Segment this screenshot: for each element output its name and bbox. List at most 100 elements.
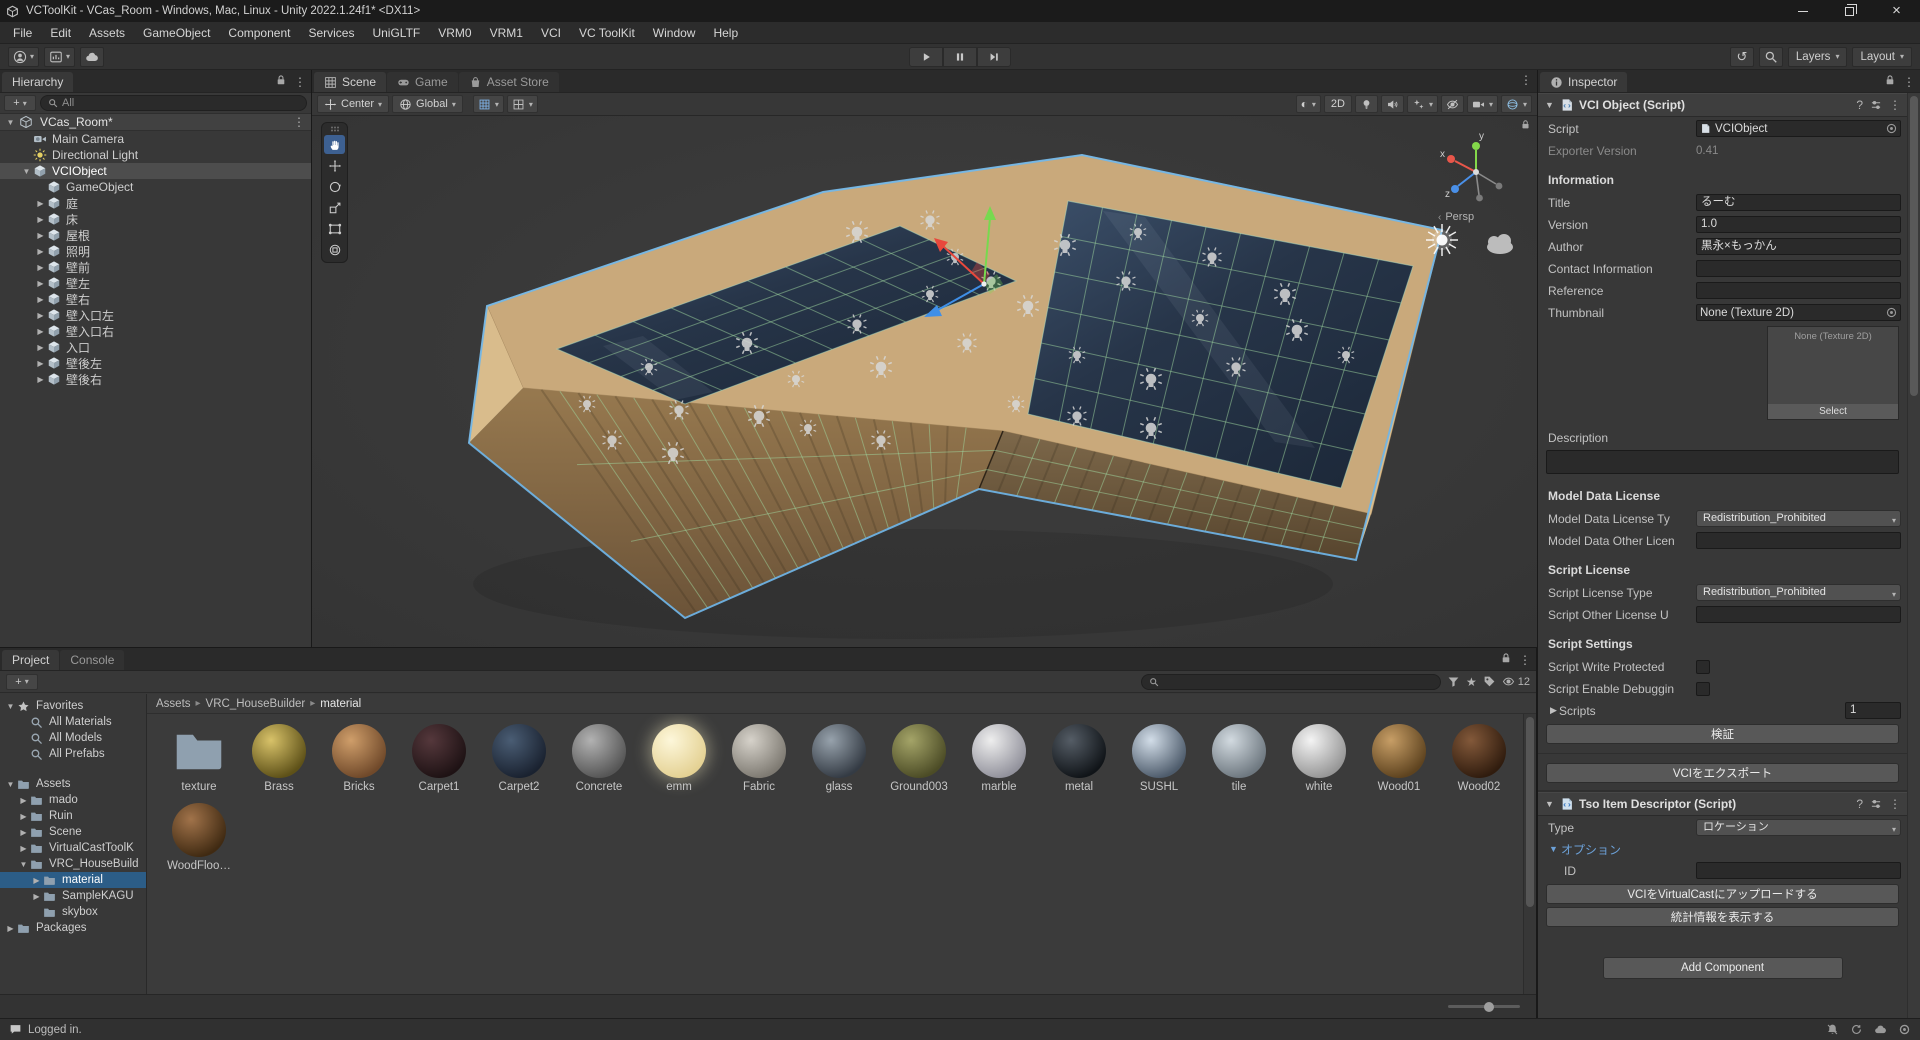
hierarchy-item-床[interactable]: ▶ 床 [0, 211, 311, 227]
collab-status-icon[interactable] [1874, 1023, 1887, 1036]
project-asset-metal[interactable]: metal [1039, 722, 1119, 793]
hierarchy-item-VCIObject[interactable]: ▼ VCIObject [0, 163, 311, 179]
transform-tool-button[interactable] [324, 240, 345, 259]
script-write-protected-checkbox[interactable] [1696, 659, 1710, 674]
scene-viewport-canvas[interactable]: y x z [312, 116, 1537, 647]
notifications-muted-icon[interactable] [1826, 1023, 1839, 1036]
scale-tool-button[interactable] [324, 198, 345, 217]
rotate-tool-button[interactable] [324, 177, 345, 196]
author-field[interactable]: 黒永×もっかん [1696, 238, 1901, 255]
project-asset-Ground003[interactable]: Ground003 [879, 722, 959, 793]
tab-asset-store[interactable]: Asset Store [458, 72, 559, 92]
tool-handle-position-dropdown[interactable]: Center ▾ [317, 95, 390, 113]
hierarchy-item-壁左[interactable]: ▶ 壁左 [0, 275, 311, 291]
object-picker-icon[interactable] [1886, 123, 1897, 134]
menu-item-file[interactable]: File [4, 22, 41, 43]
component-header-tso-item-descriptor[interactable]: ▼ Tso Item Descriptor (Script) ? ⋮ [1538, 792, 1907, 816]
project-asset-SUSHL[interactable]: SUSHL [1119, 722, 1199, 793]
hierarchy-item-庭[interactable]: ▶ 庭 [0, 195, 311, 211]
project-tree-item-Favorites[interactable]: ▼ Favorites [0, 698, 146, 714]
foldout-icon[interactable]: ▼ [17, 860, 30, 869]
hierarchy-item-壁右[interactable]: ▶ 壁右 [0, 291, 311, 307]
foldout-icon[interactable]: ▼ [20, 167, 33, 176]
hierarchy-item-壁後左[interactable]: ▶ 壁後左 [0, 355, 311, 371]
script-object-field[interactable]: VCIObject [1696, 120, 1901, 137]
activity-indicator-icon[interactable] [1898, 1023, 1911, 1036]
project-asset-Fabric[interactable]: Fabric [719, 722, 799, 793]
foldout-icon[interactable]: ▶ [17, 796, 30, 805]
scene-visibility-toggle[interactable] [1440, 95, 1464, 113]
project-tree-item-Packages[interactable]: ▶ Packages [0, 920, 146, 936]
favorite-search-icon[interactable]: ★ [1466, 675, 1477, 689]
grid-snapping-dropdown[interactable]: ▾ [472, 95, 504, 113]
orientation-gizmo[interactable]: y x z [1440, 131, 1503, 202]
lock-icon[interactable] [1884, 74, 1896, 89]
project-tree-item-Assets[interactable]: ▼ Assets [0, 776, 146, 792]
help-icon[interactable]: ? [1856, 797, 1863, 811]
rect-tool-button[interactable] [324, 219, 345, 238]
project-asset-Concrete[interactable]: Concrete [559, 722, 639, 793]
pause-button[interactable] [943, 47, 977, 67]
menu-item-vci[interactable]: VCI [532, 22, 570, 43]
description-field[interactable] [1546, 450, 1899, 474]
project-tree-item-mado[interactable]: ▶ mado [0, 792, 146, 808]
foldout-icon[interactable]: ▶ [17, 812, 30, 821]
hierarchy-item-入口[interactable]: ▶ 入口 [0, 339, 311, 355]
foldout-icon[interactable]: ▶ [17, 844, 30, 853]
foldout-icon[interactable]: ▼ [1544, 799, 1555, 809]
menu-item-gameobject[interactable]: GameObject [134, 22, 219, 43]
script-license-dropdown[interactable]: Redistribution_Prohibited ▾ [1696, 584, 1901, 601]
foldout-icon[interactable]: ▶ [34, 295, 47, 304]
title-field[interactable]: るーむ [1696, 194, 1901, 211]
services-dropdown[interactable]: ▾ [44, 46, 76, 67]
tso-id-field[interactable] [1696, 862, 1901, 879]
object-picker-icon[interactable] [1886, 307, 1897, 318]
tab-hierarchy[interactable]: Hierarchy [2, 72, 74, 92]
kebab-menu-icon[interactable]: ⋮ [294, 76, 306, 88]
tab-inspector[interactable]: Inspector [1540, 72, 1628, 92]
inspector-scrollbar[interactable] [1907, 93, 1920, 1018]
foldout-icon[interactable]: ▶ [34, 215, 47, 224]
minimize-button[interactable] [1779, 0, 1826, 22]
project-tree-item-material[interactable]: ▶ material [0, 872, 146, 888]
project-asset-marble[interactable]: marble [959, 722, 1039, 793]
project-asset-Carpet2[interactable]: Carpet2 [479, 722, 559, 793]
validate-button[interactable]: 検証 [1546, 724, 1899, 744]
kebab-menu-icon[interactable]: ⋮ [293, 116, 305, 128]
tab-scene[interactable]: Scene [314, 72, 387, 92]
foldout-icon[interactable]: ▶ [30, 876, 43, 885]
slider-handle[interactable] [1484, 1002, 1494, 1012]
undo-history-button[interactable]: ↺ [1729, 46, 1754, 67]
tso-type-dropdown[interactable]: ロケーション ▾ [1696, 819, 1901, 836]
scene-audio-toggle[interactable] [1380, 95, 1404, 113]
camera-settings-dropdown[interactable]: ▾ [1466, 95, 1498, 113]
scrollbar-thumb[interactable] [1910, 96, 1918, 396]
close-button[interactable]: × [1873, 0, 1920, 22]
project-tree-item-VirtualCastToolK[interactable]: ▶ VirtualCastToolK [0, 840, 146, 856]
scripts-count-field[interactable]: 1 [1845, 702, 1901, 719]
projection-toggle-icon[interactable]: ‹ [1438, 212, 1441, 223]
hierarchy-scene-row[interactable]: ▼ VCas_Room* ⋮ [0, 114, 311, 131]
thumbnail-object-field[interactable]: None (Texture 2D) [1696, 304, 1901, 321]
show-statistics-button[interactable]: 統計情報を表示する [1546, 907, 1899, 927]
component-header-vci-object[interactable]: ▼ VCI Object (Script) ? ⋮ [1538, 93, 1907, 117]
hierarchy-item-壁入口左[interactable]: ▶ 壁入口左 [0, 307, 311, 323]
play-button[interactable] [909, 47, 943, 67]
foldout-icon[interactable]: ▶ [34, 311, 47, 320]
script-other-license-field[interactable] [1696, 606, 1901, 623]
breadcrumb-segment-VRC_HouseBuilder[interactable]: VRC_HouseBuilder [206, 698, 306, 710]
gizmos-dropdown[interactable]: ▾ [1500, 95, 1532, 113]
layout-dropdown[interactable]: Layout ▾ [1852, 46, 1912, 67]
upload-to-virtualcast-button[interactable]: VCIをVirtualCastにアップロードする [1546, 884, 1899, 904]
hierarchy-item-屋根[interactable]: ▶ 屋根 [0, 227, 311, 243]
hierarchy-item-壁入口右[interactable]: ▶ 壁入口右 [0, 323, 311, 339]
kebab-menu-icon[interactable]: ⋮ [1903, 76, 1915, 88]
move-tool-button[interactable] [324, 156, 345, 175]
snap-increment-dropdown[interactable]: ▾ [506, 95, 538, 113]
kebab-menu-icon[interactable]: ⋮ [1889, 798, 1901, 810]
project-tree-item-All Models[interactable]: All Models [0, 730, 146, 746]
account-dropdown[interactable]: ▾ [8, 46, 40, 67]
thumbnail-select-button[interactable]: Select [1768, 404, 1898, 419]
scrollbar-thumb[interactable] [1526, 717, 1534, 907]
project-search-input[interactable] [1140, 673, 1441, 690]
